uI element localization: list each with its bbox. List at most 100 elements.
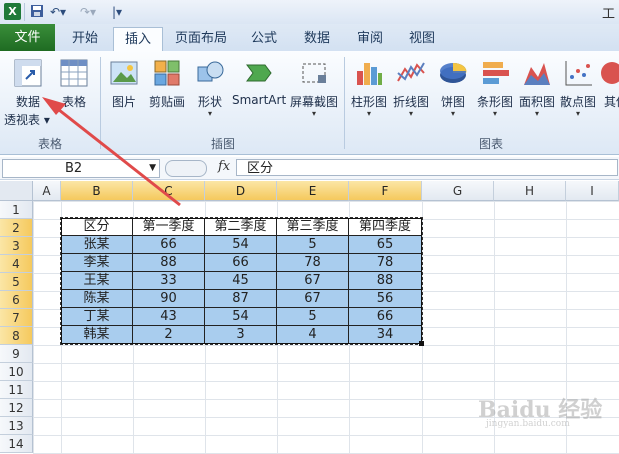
- screenshot-button[interactable]: 屏幕截图 ▾: [288, 51, 340, 131]
- table-cell[interactable]: 李某: [61, 254, 133, 272]
- row-header[interactable]: 4: [0, 255, 33, 273]
- table-cell[interactable]: 丁某: [61, 308, 133, 326]
- redo-icon[interactable]: ↷▾: [80, 4, 96, 20]
- table-header-cell[interactable]: 第四季度: [349, 218, 422, 236]
- insert-function-icon[interactable]: fx: [218, 159, 230, 174]
- smartart-button[interactable]: SmartArt: [232, 51, 286, 131]
- table-cell[interactable]: 88: [349, 272, 422, 290]
- table-cell[interactable]: 5: [277, 308, 349, 326]
- shapes-button[interactable]: 形状 ▾: [190, 51, 230, 131]
- table-cell[interactable]: 67: [277, 272, 349, 290]
- scatter-chart-button[interactable]: 散点图 ▾: [558, 51, 598, 131]
- row-header[interactable]: 6: [0, 291, 33, 309]
- column-chart-button[interactable]: 柱形图 ▾: [348, 51, 390, 131]
- table-cell[interactable]: 66: [205, 254, 277, 272]
- table-cell[interactable]: 67: [277, 290, 349, 308]
- row-header[interactable]: 2: [0, 219, 33, 237]
- row-header[interactable]: 11: [0, 381, 33, 399]
- save-icon[interactable]: [30, 4, 44, 20]
- tab-formulas[interactable]: 公式: [242, 27, 286, 51]
- tab-data[interactable]: 数据: [294, 27, 340, 51]
- column-header-i[interactable]: I: [566, 181, 619, 201]
- tab-page-layout[interactable]: 页面布局: [168, 27, 234, 51]
- pie-chart-button[interactable]: 饼图 ▾: [434, 51, 472, 131]
- table-cell[interactable]: 56: [349, 290, 422, 308]
- formula-bar-expander[interactable]: [165, 160, 207, 177]
- tab-view[interactable]: 视图: [400, 27, 444, 51]
- formula-input[interactable]: 区分: [236, 159, 618, 176]
- row-header[interactable]: 5: [0, 273, 33, 291]
- column-header-f[interactable]: F: [349, 181, 422, 201]
- column-header-a[interactable]: A: [33, 181, 61, 201]
- table-cell[interactable]: 2: [133, 326, 205, 344]
- tab-file[interactable]: 文件: [0, 24, 55, 51]
- column-header-b[interactable]: B: [61, 181, 133, 201]
- row-header[interactable]: 12: [0, 399, 33, 417]
- table-cell[interactable]: 65: [349, 236, 422, 254]
- column-header-e[interactable]: E: [277, 181, 349, 201]
- pivot-table-icon: [14, 59, 42, 87]
- table-header-cell[interactable]: 区分: [61, 218, 133, 236]
- fill-handle[interactable]: [419, 341, 424, 346]
- table-cell[interactable]: 33: [133, 272, 205, 290]
- column-header-g[interactable]: G: [422, 181, 494, 201]
- table-cell[interactable]: 87: [205, 290, 277, 308]
- other-chart-button[interactable]: 其他: [598, 51, 619, 131]
- table-button[interactable]: 表格: [54, 51, 94, 131]
- area-chart-label: 面积图: [518, 95, 555, 109]
- name-box[interactable]: B2 ▼: [2, 159, 160, 178]
- table-cell[interactable]: 66: [133, 236, 205, 254]
- area-chart-button[interactable]: 面积图 ▾: [516, 51, 558, 131]
- table-icon: [60, 59, 88, 87]
- table-cell[interactable]: 韩某: [61, 326, 133, 344]
- scatter-chart-dropdown-icon: ▾: [575, 109, 580, 118]
- table-header-cell[interactable]: 第一季度: [133, 218, 205, 236]
- select-all-corner[interactable]: [0, 181, 33, 201]
- line-chart-button[interactable]: 折线图 ▾: [390, 51, 432, 131]
- row-header[interactable]: 7: [0, 309, 33, 327]
- table-cell[interactable]: 34: [349, 326, 422, 344]
- ribbon-insert: 数据 透视表 ▾ 表格 表格 图片 剪贴画 形状 ▾ SmartArt 屏幕截图…: [0, 51, 619, 155]
- bar-chart-button[interactable]: 条形图 ▾: [474, 51, 516, 131]
- clipart-button[interactable]: 剪贴画: [146, 51, 188, 131]
- table-cell[interactable]: 3: [205, 326, 277, 344]
- shapes-icon: [197, 61, 224, 82]
- table-header-cell[interactable]: 第二季度: [205, 218, 277, 236]
- table-cell[interactable]: 45: [205, 272, 277, 290]
- table-cell[interactable]: 5: [277, 236, 349, 254]
- line-chart-icon: [397, 62, 425, 82]
- table-cell[interactable]: 4: [277, 326, 349, 344]
- excel-logo-icon: X: [4, 3, 21, 20]
- pivot-table-label-2[interactable]: 透视表 ▾: [4, 111, 50, 128]
- column-header-h[interactable]: H: [494, 181, 566, 201]
- table-cell[interactable]: 66: [349, 308, 422, 326]
- undo-icon[interactable]: ↶▾: [50, 4, 66, 20]
- row-header[interactable]: 13: [0, 417, 33, 435]
- table-header-cell[interactable]: 第三季度: [277, 218, 349, 236]
- row-header[interactable]: 9: [0, 345, 33, 363]
- table-cell[interactable]: 43: [133, 308, 205, 326]
- table-cell[interactable]: 王某: [61, 272, 133, 290]
- picture-button[interactable]: 图片: [104, 51, 144, 131]
- table-cell[interactable]: 陈某: [61, 290, 133, 308]
- customize-quick-access-icon[interactable]: |▾: [112, 4, 122, 20]
- table-cell[interactable]: 78: [277, 254, 349, 272]
- row-header[interactable]: 14: [0, 435, 33, 453]
- tab-review[interactable]: 审阅: [347, 27, 393, 51]
- row-header[interactable]: 3: [0, 237, 33, 255]
- table-cell[interactable]: 张某: [61, 236, 133, 254]
- table-cell[interactable]: 78: [349, 254, 422, 272]
- row-header[interactable]: 8: [0, 327, 33, 345]
- row-header[interactable]: 1: [0, 201, 33, 219]
- table-cell[interactable]: 54: [205, 308, 277, 326]
- column-header-c[interactable]: C: [133, 181, 205, 201]
- table-cell[interactable]: 90: [133, 290, 205, 308]
- screenshot-icon: [302, 63, 326, 83]
- row-header[interactable]: 10: [0, 363, 33, 381]
- table-cell[interactable]: 54: [205, 236, 277, 254]
- table-cell[interactable]: 88: [133, 254, 205, 272]
- column-header-d[interactable]: D: [205, 181, 277, 201]
- chevron-down-icon: ▼: [149, 163, 156, 173]
- tab-home[interactable]: 开始: [62, 27, 108, 51]
- tab-insert[interactable]: 插入: [113, 27, 163, 52]
